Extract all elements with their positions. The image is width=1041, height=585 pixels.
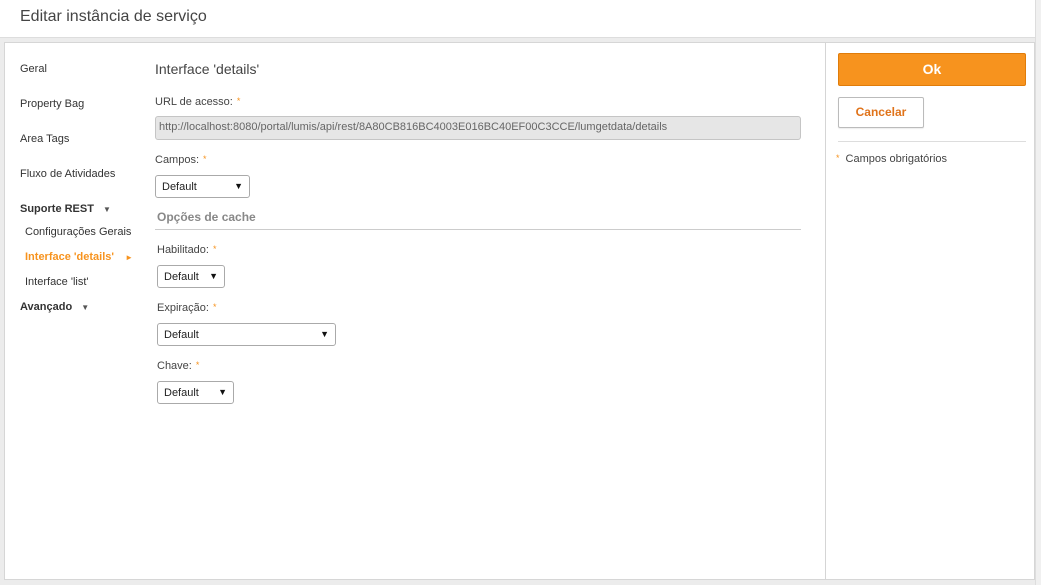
dialog-title: Editar instância de serviço	[20, 8, 207, 25]
active-arrow-icon: ►	[125, 253, 133, 262]
chevron-down-icon: ▼	[81, 303, 90, 312]
chave-label-text: Chave:	[157, 360, 192, 372]
nav-item-label: Avançado	[20, 301, 73, 313]
main-area: Geral Property Bag Area Tags Fluxo de At…	[5, 43, 825, 579]
cache-section-title: Opções de cache	[157, 210, 256, 224]
window-edge	[1035, 0, 1041, 585]
expiracao-select[interactable]: Default ▼	[157, 323, 336, 346]
campos-label-text: Campos:	[155, 154, 200, 166]
required-icon: *	[212, 302, 217, 312]
dialog-header: Editar instância de serviço	[0, 0, 1035, 38]
nav-item-area-tags[interactable]: Area Tags	[20, 133, 69, 145]
nav-item-interface-list[interactable]: Interface 'list'	[25, 276, 89, 288]
nav-item-label: Fluxo de Atividades	[20, 168, 116, 180]
action-divider	[838, 141, 1026, 142]
nav-item-property-bag[interactable]: Property Bag	[20, 98, 84, 110]
nav-item-avancado[interactable]: Avançado ▼	[20, 301, 89, 313]
select-value: Default	[162, 181, 197, 193]
required-legend: * Campos obrigatórios	[836, 153, 947, 165]
nav-item-label: Interface 'list'	[25, 276, 89, 288]
required-icon: *	[203, 154, 207, 164]
habilitado-label-text: Habilitado:	[157, 244, 209, 256]
nav-item-label: Configurações Gerais	[25, 226, 132, 238]
chave-label: Chave: *	[157, 360, 199, 372]
action-panel: Ok Cancelar * Campos obrigatórios	[826, 43, 1034, 579]
nav-item-label: Property Bag	[20, 98, 85, 110]
required-icon: *	[836, 153, 840, 163]
url-label: URL de acesso: *	[155, 96, 240, 108]
nav-item-suporte-rest[interactable]: Suporte REST ▼	[20, 203, 111, 215]
habilitado-label: Habilitado: *	[157, 244, 217, 256]
nav-item-label: Geral	[20, 63, 47, 75]
cancel-button[interactable]: Cancelar	[838, 97, 924, 128]
form-title: Interface 'details'	[155, 61, 260, 77]
required-icon: *	[195, 360, 200, 370]
habilitado-select[interactable]: Default ▼	[157, 265, 225, 288]
select-value: Default	[164, 329, 199, 341]
section-divider	[155, 229, 801, 230]
nav-item-label: Interface 'details'	[25, 251, 114, 263]
nav-item-label: Suporte REST	[20, 203, 94, 215]
chevron-down-icon: ▼	[103, 205, 111, 214]
chevron-down-icon: ▼	[234, 181, 243, 191]
chevron-down-icon: ▼	[218, 387, 227, 397]
ok-button[interactable]: Ok	[838, 53, 1026, 86]
dialog-body: Geral Property Bag Area Tags Fluxo de At…	[4, 42, 1035, 580]
expiracao-label-text: Expiração:	[157, 302, 209, 314]
campos-label: Campos: *	[155, 154, 207, 166]
campos-select[interactable]: Default ▼	[155, 175, 250, 198]
url-label-text: URL de acesso:	[155, 96, 233, 108]
nav-item-geral[interactable]: Geral	[20, 63, 47, 75]
chevron-down-icon: ▼	[320, 329, 329, 339]
chave-select[interactable]: Default ▼	[157, 381, 234, 404]
nav-item-configuracoes-gerais[interactable]: Configurações Gerais	[25, 226, 131, 238]
chevron-down-icon: ▼	[209, 271, 218, 281]
nav-item-fluxo-de-atividades[interactable]: Fluxo de Atividades	[20, 168, 115, 180]
required-icon: *	[212, 244, 217, 254]
required-legend-label: Campos obrigatórios	[845, 153, 948, 165]
expiracao-label: Expiração: *	[157, 302, 217, 314]
nav-item-interface-details[interactable]: Interface 'details' ►	[25, 251, 133, 263]
nav-item-label: Area Tags	[20, 133, 70, 145]
required-icon: *	[236, 96, 241, 106]
select-value: Default	[164, 271, 199, 283]
select-value: Default	[164, 387, 199, 399]
url-field[interactable]: http://localhost:8080/portal/lumis/api/r…	[155, 116, 801, 140]
